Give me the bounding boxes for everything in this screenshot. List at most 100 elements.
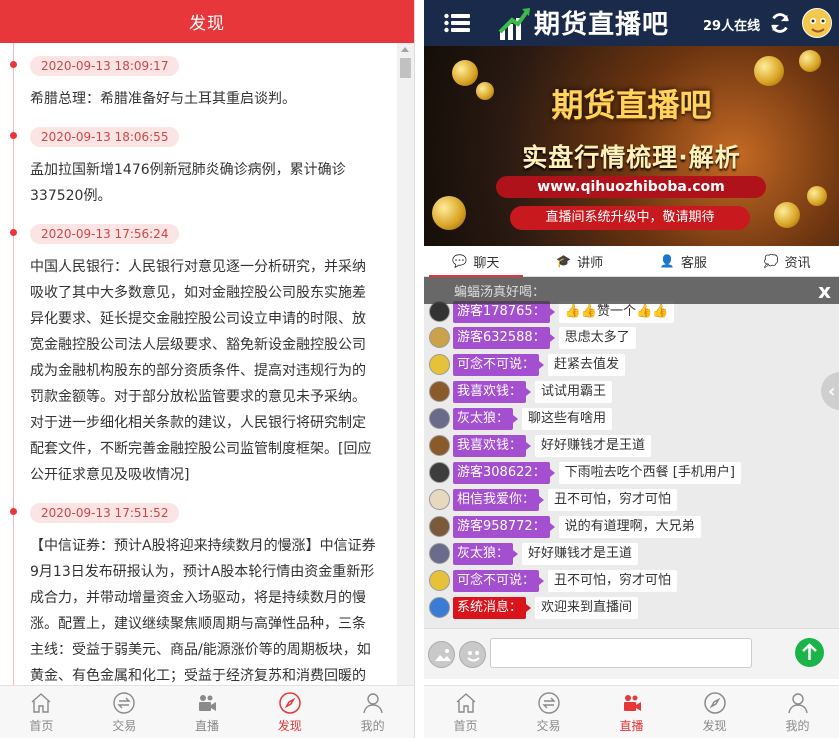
- news-item[interactable]: 2020-09-13 18:06:55 孟加拉国新增1476例新冠肺炎确诊病例，…: [0, 126, 397, 209]
- chat-message: 游客958772： 说的有道理啊，大兄弟: [429, 515, 701, 538]
- tab-home[interactable]: 首页: [0, 686, 83, 738]
- tab-live[interactable]: 直播: [166, 686, 249, 738]
- message-text: 好好赚钱才是王道: [535, 434, 652, 457]
- emoji-icon[interactable]: [459, 641, 486, 668]
- tab-home[interactable]: 首页: [424, 686, 507, 738]
- avatar: [429, 327, 450, 348]
- tab-label: 发现: [702, 718, 727, 733]
- chat-message: 游客308622： 下雨啦去吃个西餐 [手机用户]: [429, 461, 741, 484]
- message-text: 欢迎来到直播间: [535, 596, 639, 619]
- tab-label: 讲师: [577, 255, 604, 271]
- tab-label: 聊天: [473, 255, 500, 271]
- chat-icon: 💬: [452, 254, 468, 268]
- side-expand-button[interactable]: ‹: [821, 372, 839, 410]
- sender-name[interactable]: 可念不可说：: [453, 569, 545, 592]
- coin-decoration: [807, 186, 827, 206]
- tab-news[interactable]: 💭 资讯: [735, 246, 839, 276]
- news-item[interactable]: 2020-09-13 17:51:52 【中信证券：预计A股将迎来持续数月的慢涨…: [0, 502, 397, 685]
- tab-trade[interactable]: 交易: [507, 686, 590, 738]
- user-icon: 👤: [659, 254, 675, 268]
- news-time: 2020-09-13 18:06:55: [30, 127, 180, 147]
- banner-notice: 直播间系统升级中，敬请期待: [510, 206, 750, 230]
- promo-banner[interactable]: 期货直播吧 实盘行情梳理·解析 www.qihuozhiboba.com 直播间…: [424, 46, 839, 246]
- avatar: [429, 570, 450, 591]
- sender-name[interactable]: 游客958772：: [453, 515, 555, 538]
- menu-icon[interactable]: [444, 13, 470, 33]
- sender-name[interactable]: 可念不可说：: [453, 353, 545, 376]
- tab-label: 发现: [277, 718, 302, 733]
- tab-service[interactable]: 👤 客服: [632, 246, 736, 276]
- chat-message: 灰太狼： 聊这些有啥用: [429, 407, 613, 430]
- scroll-thumb[interactable]: [400, 58, 411, 78]
- user-icon: [787, 692, 808, 713]
- chat-message: 游客632588： 思虑太多了: [429, 326, 636, 349]
- sender-name[interactable]: 相信我爱你：: [453, 488, 545, 511]
- avatar: [429, 381, 450, 402]
- news-time: 2020-09-13 17:56:24: [30, 224, 180, 244]
- news-item[interactable]: 2020-09-13 17:56:24 中国人民银行：人民银行对意见逐一分析研究…: [0, 223, 397, 488]
- avatar: [429, 543, 450, 564]
- sender-name[interactable]: 灰太狼：: [453, 542, 519, 565]
- banner-url: www.qihuozhiboba.com: [496, 176, 766, 198]
- live-room-panel: 期货直播吧 29人在线 期货直播吧 实盘行情梳理·解析 www.qihuozhi…: [424, 0, 839, 738]
- news-text: 孟加拉国新增1476例新冠肺炎确诊病例，累计确诊337520例。: [30, 162, 346, 204]
- news-text: 【中信证券：预计A股将迎来持续数月的慢涨】中信证券9月13日发布研报认为，预计A…: [30, 538, 376, 684]
- news-timeline[interactable]: 2020-09-13 18:09:17 希腊总理：希腊准备好与土耳其重启谈判。 …: [0, 43, 397, 685]
- chat-input-bar: [424, 628, 839, 679]
- avatar: [429, 516, 450, 537]
- chat-tab-bar: 💬 聊天 🎓 讲师 👤 客服 💭 资讯: [424, 246, 839, 277]
- tab-mine[interactable]: 我的: [756, 686, 839, 738]
- tab-trade[interactable]: 交易: [83, 686, 166, 738]
- chat-messages[interactable]: 蝙蝠汤真好喝： x ‹ 游客178765： 👍👍赞一个👍👍 游客632588： …: [424, 277, 839, 628]
- sender-name[interactable]: 灰太狼：: [453, 407, 519, 430]
- send-button[interactable]: [795, 638, 824, 667]
- chat-message: 我喜欢钱： 好好赚钱才是王道: [429, 434, 652, 457]
- camera-icon: [198, 694, 216, 711]
- chat-message: 灰太狼： 好好赚钱才是王道: [429, 542, 639, 565]
- user-avatar[interactable]: [802, 8, 832, 38]
- tab-label: 我的: [785, 718, 810, 733]
- avatar: [429, 301, 450, 322]
- scroll-up-arrow-icon[interactable]: [401, 47, 409, 52]
- message-text: 赶紧去值发: [548, 353, 626, 376]
- avatar: [429, 597, 450, 618]
- tab-chat[interactable]: 💬 聊天: [424, 246, 528, 277]
- refresh-icon[interactable]: [769, 12, 791, 34]
- tab-discover[interactable]: 发现: [673, 686, 756, 738]
- tab-label: 直播: [194, 718, 219, 733]
- scrollbar[interactable]: [397, 43, 414, 685]
- tab-mine[interactable]: 我的: [331, 686, 414, 738]
- app-logo: 期货直播吧: [534, 10, 670, 40]
- chevron-left-icon: ‹: [828, 381, 836, 402]
- sender-name[interactable]: 游客308622：: [453, 461, 555, 484]
- tab-label: 首页: [29, 718, 54, 733]
- exchange-icon: [537, 691, 560, 714]
- timeline-dot: [10, 508, 17, 515]
- sender-name[interactable]: 我喜欢钱：: [453, 380, 532, 403]
- news-text: 希腊总理：希腊准备好与土耳其重启谈判。: [30, 91, 296, 107]
- tab-label: 直播: [619, 718, 644, 733]
- sender-name[interactable]: 我喜欢钱：: [453, 434, 532, 457]
- tab-lecturer[interactable]: 🎓 讲师: [528, 246, 632, 276]
- tab-live[interactable]: 直播: [590, 686, 673, 738]
- news-text: 中国人民银行：人民银行对意见逐一分析研究，并采纳吸收了其中大多数意见，如对金融控…: [30, 259, 372, 483]
- tab-label: 我的: [360, 718, 385, 733]
- marquee-text: 蝙蝠汤真好喝：: [454, 285, 546, 300]
- message-text: 说的有道理啊，大兄弟: [558, 515, 701, 538]
- graduation-cap-icon: 🎓: [556, 254, 572, 268]
- chat-message: 我喜欢钱： 试试用霸王: [429, 380, 613, 403]
- image-upload-icon[interactable]: [428, 641, 455, 668]
- banner-subtitle: 实盘行情梳理·解析: [522, 143, 741, 172]
- camera-icon: [623, 694, 641, 711]
- timeline-dot: [10, 132, 17, 139]
- compass-icon: [703, 691, 726, 714]
- sender-name[interactable]: 游客632588：: [453, 326, 555, 349]
- close-icon[interactable]: x: [818, 279, 831, 303]
- home-icon: [31, 692, 51, 713]
- chat-message-input[interactable]: [490, 638, 752, 668]
- tab-discover[interactable]: 发现: [248, 686, 331, 738]
- chat-message: 相信我爱你： 丑不可怕，穷才可怕: [429, 488, 678, 511]
- coin-decoration: [799, 50, 821, 72]
- app-header: 期货直播吧 29人在线: [424, 0, 839, 46]
- news-item[interactable]: 2020-09-13 18:09:17 希腊总理：希腊准备好与土耳其重启谈判。: [0, 55, 397, 112]
